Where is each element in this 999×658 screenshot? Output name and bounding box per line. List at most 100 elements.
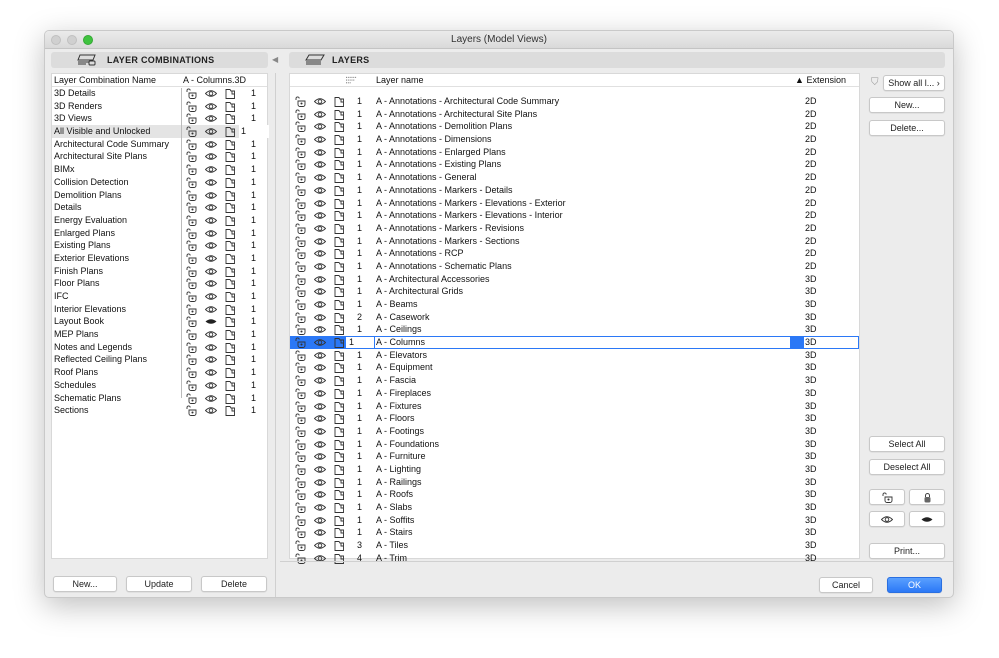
unlock-icon[interactable] xyxy=(186,266,197,277)
unlock-icon[interactable] xyxy=(295,401,306,412)
folder-icon[interactable] xyxy=(334,451,345,463)
folder-icon[interactable] xyxy=(225,190,236,201)
update-combination-button[interactable]: Update xyxy=(126,576,192,592)
minimize-button[interactable] xyxy=(67,35,77,45)
unlock-icon[interactable] xyxy=(295,236,306,247)
folder-icon[interactable] xyxy=(225,215,236,226)
folder-icon[interactable] xyxy=(225,316,236,328)
intersection-group[interactable]: 1 xyxy=(349,336,354,349)
eye-icon[interactable] xyxy=(313,210,327,221)
collapse-panel-arrow[interactable]: ◀ xyxy=(272,55,278,64)
eye-icon[interactable] xyxy=(313,477,327,488)
folder-icon[interactable] xyxy=(334,477,345,488)
unlock-icon[interactable] xyxy=(186,342,197,353)
pen-weight-icon[interactable] xyxy=(346,75,357,86)
unlock-icon[interactable] xyxy=(186,151,197,163)
unlock-icon[interactable] xyxy=(186,240,197,252)
eye-icon[interactable] xyxy=(313,439,327,450)
combination-row[interactable]: Details 1 xyxy=(52,201,267,214)
unlock-icon[interactable] xyxy=(186,190,197,201)
folder-icon[interactable] xyxy=(334,198,345,209)
unlock-icon[interactable] xyxy=(295,515,306,526)
layer-name[interactable]: A - Columns xyxy=(376,336,425,349)
folder-icon[interactable] xyxy=(334,464,345,475)
layer-row[interactable]: 1 A - Annotations - Schematic Plans 2D xyxy=(290,260,859,273)
pen-set-number[interactable]: 1 xyxy=(239,125,269,138)
combination-row[interactable]: Reflected Ceiling Plans 1 xyxy=(52,353,267,366)
unlock-icon[interactable] xyxy=(295,96,306,107)
combination-row[interactable]: 3D Views 1 xyxy=(52,112,267,125)
unlock-icon[interactable] xyxy=(295,362,306,374)
combination-row[interactable]: Roof Plans 1 xyxy=(52,366,267,379)
combination-row[interactable]: BIMx 1 xyxy=(52,163,267,176)
combination-row[interactable]: MEP Plans 1 xyxy=(52,328,267,341)
layer-row[interactable]: 1 A - Fascia 3D xyxy=(290,374,859,387)
folder-icon[interactable] xyxy=(334,375,345,387)
layer-row[interactable]: 1 A - Equipment 3D xyxy=(290,361,859,374)
eye-icon[interactable] xyxy=(204,278,218,289)
folder-icon[interactable] xyxy=(225,228,236,239)
folder-icon[interactable] xyxy=(334,312,345,323)
unlock-icon[interactable] xyxy=(186,316,197,328)
layer-row[interactable]: 1 A - Elevators 3D xyxy=(290,349,859,362)
eye-icon[interactable] xyxy=(204,101,218,112)
folder-icon[interactable] xyxy=(334,261,345,272)
unlock-icon[interactable] xyxy=(295,248,306,260)
eye-icon[interactable] xyxy=(313,426,327,437)
layer-row[interactable]: 1 A - Annotations - Enlarged Plans 2D xyxy=(290,146,859,159)
unlock-icon[interactable] xyxy=(186,126,197,138)
eye-icon[interactable] xyxy=(313,527,327,538)
folder-icon[interactable] xyxy=(334,134,345,146)
eye-icon[interactable] xyxy=(313,172,327,183)
eye-icon[interactable] xyxy=(204,190,218,201)
show-all-layers-button[interactable]: Show all l... › xyxy=(883,75,945,91)
folder-icon[interactable] xyxy=(334,185,345,196)
eye-icon[interactable] xyxy=(204,88,218,99)
combination-row[interactable]: Architectural Site Plans 1 xyxy=(52,150,267,163)
unlock-icon[interactable] xyxy=(295,299,306,310)
unlock-icon[interactable] xyxy=(295,413,306,425)
layer-row[interactable]: 1 A - Annotations - Markers - Revisions … xyxy=(290,222,859,235)
unlock-icon[interactable] xyxy=(295,489,306,501)
folder-icon[interactable] xyxy=(334,236,345,247)
eye-icon[interactable] xyxy=(204,202,218,213)
unlock-icon[interactable] xyxy=(186,354,197,366)
unlock-icon[interactable] xyxy=(295,185,306,196)
unlock-icon[interactable] xyxy=(295,464,306,475)
folder-icon[interactable] xyxy=(225,278,236,290)
folder-icon[interactable] xyxy=(225,88,236,99)
combination-row[interactable]: Enlarged Plans 1 xyxy=(52,227,267,240)
eye-icon[interactable] xyxy=(313,236,327,247)
eye-icon[interactable] xyxy=(204,215,218,226)
eye-icon[interactable] xyxy=(313,489,327,500)
unlock-icon[interactable] xyxy=(186,177,197,188)
unlock-icon[interactable] xyxy=(186,215,197,226)
layer-row[interactable]: 1 A - Floors 3D xyxy=(290,412,859,425)
eye-icon[interactable] xyxy=(204,177,218,188)
unlock-icon[interactable] xyxy=(186,139,197,150)
layer-row[interactable]: 1 A - Foundations 3D xyxy=(290,438,859,451)
combination-row[interactable]: All Visible and Unlocked 1 xyxy=(52,125,269,138)
folder-icon[interactable] xyxy=(334,172,345,184)
unlock-icon[interactable] xyxy=(295,426,306,437)
folder-icon[interactable] xyxy=(334,502,345,513)
layer-row[interactable]: 1 A - Annotations - Architectural Code S… xyxy=(290,95,859,108)
folder-icon[interactable] xyxy=(334,515,345,526)
eye-icon[interactable] xyxy=(313,121,327,132)
layer-row[interactable]: 1 A - Soffits 3D xyxy=(290,514,859,527)
folder-icon[interactable] xyxy=(225,177,236,188)
col-combination-name[interactable]: Layer Combination Name xyxy=(54,74,156,87)
unlock-icon[interactable] xyxy=(186,329,197,341)
folder-icon[interactable] xyxy=(225,393,236,404)
unlock-icon[interactable] xyxy=(295,147,306,158)
unlock-icon[interactable] xyxy=(295,223,306,234)
folder-icon[interactable] xyxy=(334,337,345,349)
folder-icon[interactable] xyxy=(225,113,236,125)
ok-button[interactable]: OK xyxy=(887,577,942,593)
unlock-icon[interactable] xyxy=(295,388,306,399)
folder-icon[interactable] xyxy=(225,202,236,214)
unlock-icon[interactable] xyxy=(295,109,306,120)
hide-all-button[interactable] xyxy=(909,511,945,527)
folder-icon[interactable] xyxy=(225,405,236,417)
layer-row[interactable]: 1 A - Annotations - Markers - Elevations… xyxy=(290,209,859,222)
